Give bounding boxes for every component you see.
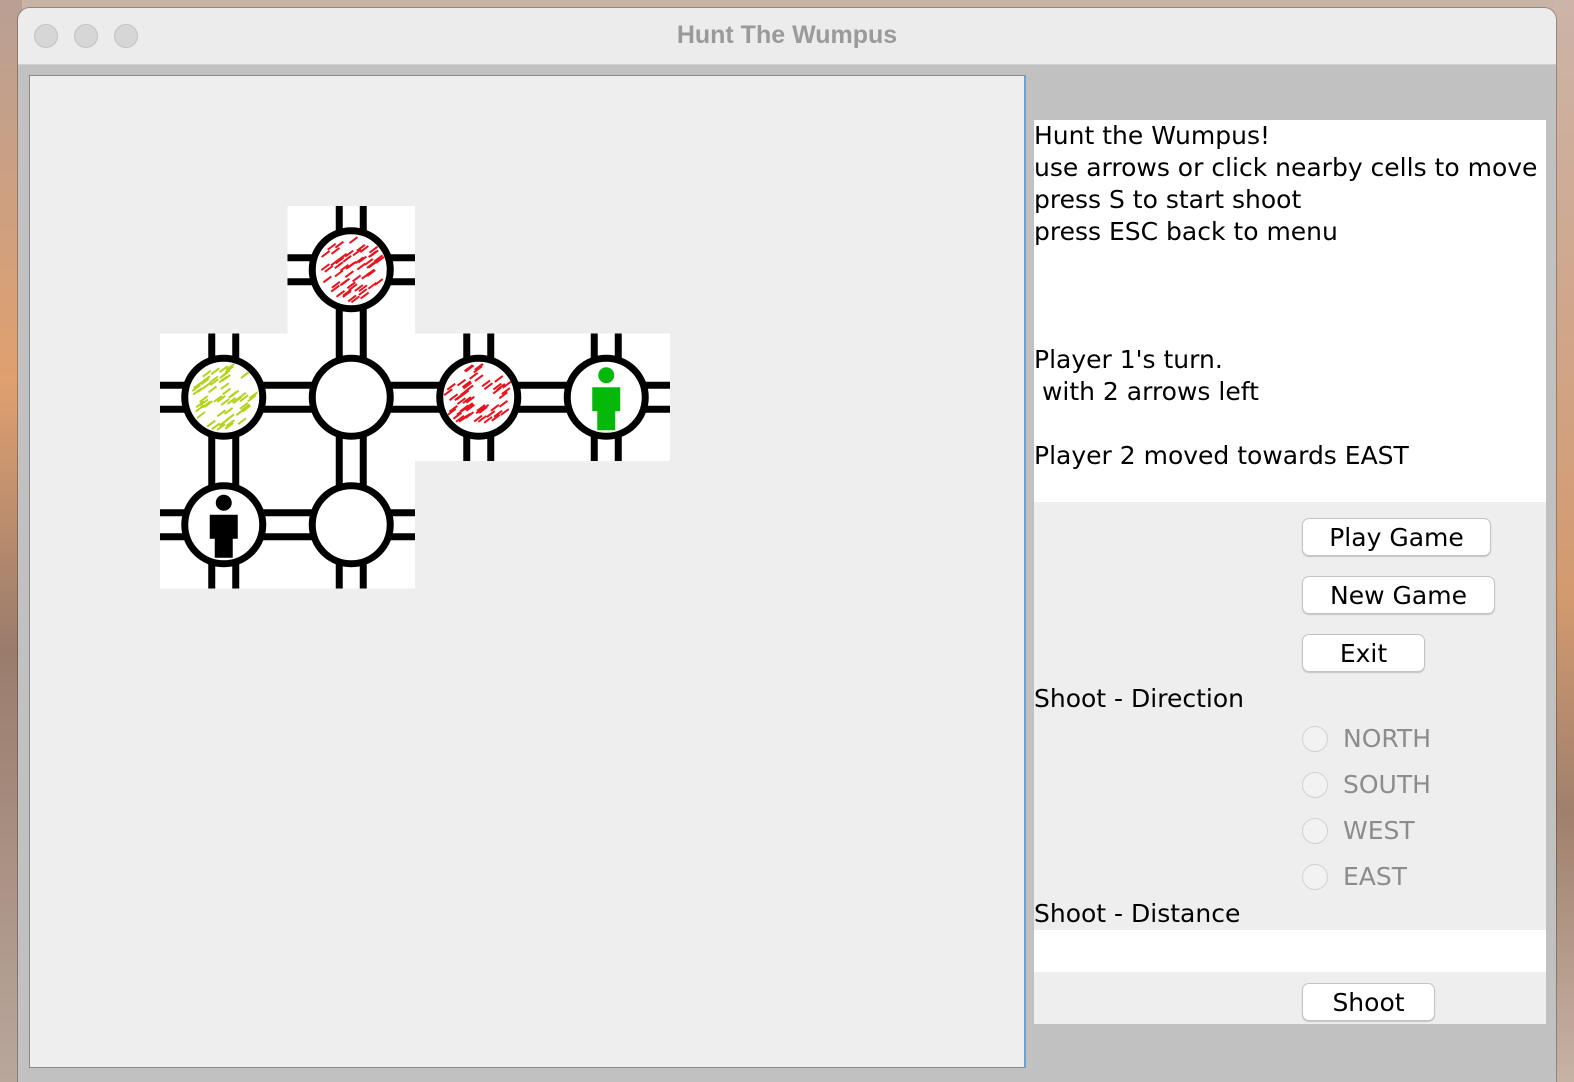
maze-canvas[interactable] [30,76,1024,1067]
maze-cell[interactable] [160,333,288,462]
window-title: Hunt The Wumpus [676,21,898,49]
radio-south-label: SOUTH [1343,770,1431,799]
info-line: with 2 arrows left [1034,377,1259,406]
maze-cell[interactable] [287,206,416,334]
info-line: Player 1's turn. [1034,345,1223,374]
shoot-distance-label: Shoot - Distance [1034,899,1241,928]
info-line [1034,248,1546,280]
radio-north-label: NORTH [1343,724,1432,753]
maze-cell[interactable] [160,461,288,589]
info-line: Hunt the Wumpus! [1034,121,1270,150]
desktop-background-right [1554,0,1574,1082]
shoot-direction-label: Shoot - Direction [1034,684,1244,713]
radio-west-button[interactable] [1302,818,1328,844]
info-line: press ESC back to menu [1034,217,1338,246]
shoot-distance-input[interactable] [1034,930,1546,972]
maze-cell[interactable] [415,333,543,462]
radio-south-button[interactable] [1302,772,1328,798]
info-line [1034,408,1546,440]
radio-north-button[interactable] [1302,726,1328,752]
maze-cell[interactable] [287,333,416,462]
maze-cell[interactable] [542,333,671,462]
info-line: press S to start shoot [1034,185,1302,214]
radio-east-button[interactable] [1302,864,1328,890]
radio-east-label: EAST [1343,862,1408,891]
new-game-button[interactable]: New Game [1302,576,1495,614]
info-line: Player 2 moved towards EAST [1034,441,1409,470]
control-panel: Hunt the Wumpus! use arrows or click near… [1034,120,1546,1024]
title-bar[interactable]: Hunt The Wumpus [18,8,1556,65]
game-board[interactable] [29,75,1026,1068]
info-line: use arrows or click nearby cells to move [1034,153,1538,182]
play-game-button[interactable]: Play Game [1302,518,1491,556]
info-line [1034,280,1546,312]
radio-west-label: WEST [1343,816,1415,845]
shoot-button[interactable]: Shoot [1302,983,1435,1021]
exit-button[interactable]: Exit [1302,634,1425,672]
app-window: Hunt The Wumpus Hunt the Wumpus! use arro… [18,8,1556,1082]
info-line [1034,312,1546,344]
maze-cell[interactable] [287,461,416,589]
game-info-text: Hunt the Wumpus! use arrows or click near… [1034,120,1546,502]
